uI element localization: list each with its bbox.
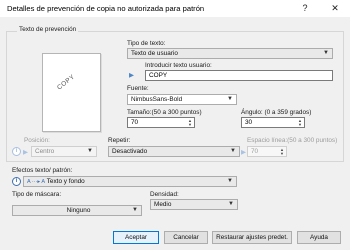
angle-label: Ángulo: (0 a 359 grados) (241, 109, 312, 116)
line-space-label: Espacio línea:(50 a 300 puntos) (247, 137, 338, 144)
chevron-down-icon: ▼ (323, 50, 329, 56)
angle-input[interactable]: 30 ▲ ▼ (241, 117, 305, 128)
mask-type-label: Tipo de máscara: (12, 191, 62, 198)
size-label: Tamaño:(50 a 300 puntos) (127, 109, 202, 116)
density-select[interactable]: Medio ▼ (150, 199, 238, 210)
position-value: Centro (35, 148, 55, 155)
effects-select[interactable]: A ···▸ A Texto y fondo ▼ (23, 176, 237, 187)
info-icon: i (12, 177, 21, 186)
user-text-input[interactable]: COPY (145, 70, 333, 81)
spin-down-icon: ▼ (298, 122, 302, 127)
effects-label: Efectos texto/ patrón: (12, 167, 73, 174)
line-space-value: 70 (251, 148, 259, 155)
effects-value: Texto y fondo (46, 178, 85, 185)
chevron-down-icon: ▼ (87, 148, 93, 154)
line-space-input[interactable]: 70 ▲ ▼ (247, 146, 287, 157)
chevron-down-icon: ▼ (230, 148, 236, 154)
size-input[interactable]: 70 ▲ ▼ (127, 117, 195, 128)
repeat-select[interactable]: Desactivado ▼ (108, 146, 240, 157)
cancel-button[interactable]: Cancelar (164, 231, 208, 244)
repeat-value: Desactivado (112, 148, 148, 155)
spin-down-icon: ▼ (280, 151, 284, 156)
font-label: Fuente: (127, 85, 149, 92)
chevron-down-icon: ▼ (132, 207, 138, 213)
ok-button[interactable]: Aceptar (113, 231, 159, 244)
prevention-text-group-title: Texto de prevención (17, 26, 79, 33)
chevron-down-icon: ▼ (228, 201, 234, 207)
mask-type-select[interactable]: Ninguno ▼ (12, 205, 142, 216)
density-label: Densidad: (150, 191, 179, 198)
reset-defaults-button[interactable]: Restaurar ajustes predet. (212, 231, 292, 244)
chevron-down-icon: ▼ (227, 96, 233, 102)
density-value: Medio (154, 201, 172, 208)
text-type-label: Tipo de texto: (127, 40, 166, 47)
arrow-right-icon: ▶ (241, 149, 246, 156)
line-space-spinner[interactable]: ▲ ▼ (279, 148, 285, 156)
position-label: Posición: (24, 137, 50, 144)
font-value: NimbusSans-Bold (131, 96, 183, 103)
angle-value: 30 (245, 119, 253, 126)
help-title-button[interactable]: ? (297, 2, 313, 15)
help-button[interactable]: Ayuda (297, 231, 341, 244)
repeat-label: Repetir: (108, 137, 131, 144)
arrow-right-icon: ▶ (23, 149, 28, 156)
arrow-right-icon: ▶ (129, 72, 134, 79)
user-text-label: Introducir texto usuario: (145, 62, 212, 69)
text-type-select[interactable]: Texto de usuario ▼ (127, 48, 333, 59)
effects-icon: A ···▸ A (27, 179, 46, 185)
mask-type-value: Ninguno (66, 207, 91, 214)
angle-spinner[interactable]: ▲ ▼ (297, 119, 303, 127)
font-select[interactable]: NimbusSans-Bold ▼ (127, 94, 237, 105)
info-icon: i (12, 147, 21, 156)
position-select[interactable]: Centro ▼ (31, 146, 97, 157)
size-value: 70 (131, 119, 139, 126)
window-title: Detalles de prevención de copia no autor… (7, 4, 205, 13)
preview-page (42, 53, 101, 132)
text-type-value: Texto de usuario (131, 50, 178, 57)
size-spinner[interactable]: ▲ ▼ (187, 119, 193, 127)
close-title-button[interactable]: ✕ (327, 2, 343, 15)
spin-down-icon: ▼ (188, 122, 192, 127)
chevron-down-icon: ▼ (227, 178, 233, 184)
